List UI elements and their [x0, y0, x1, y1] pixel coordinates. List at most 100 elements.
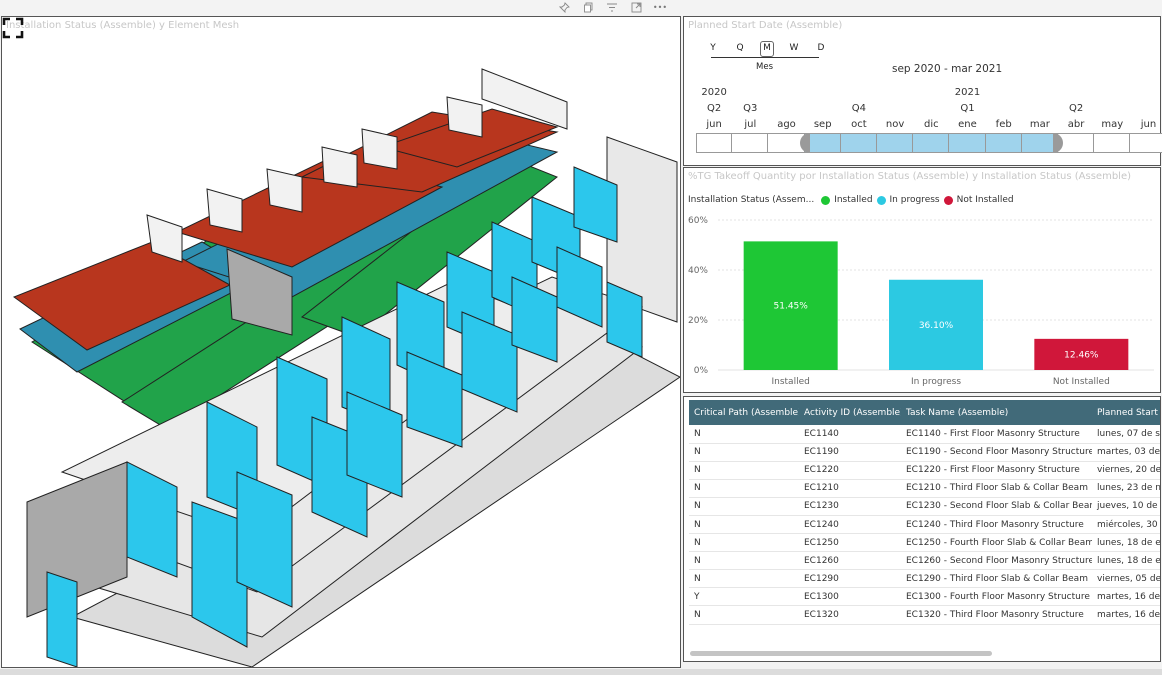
table-row[interactable]: N EC1220 EC1220 - First Floor Masonry Stru…: [689, 461, 1160, 480]
table-header-row: Critical Path (Assemble) Activity ID (As…: [689, 400, 1160, 425]
granularity-selector[interactable]: Y Q M W D Mes: [706, 41, 824, 72]
granularity-quarter[interactable]: Q: [733, 43, 747, 53]
more-options-icon[interactable]: •••: [652, 3, 668, 12]
filter-icon[interactable]: [604, 2, 620, 13]
critical-path-cell: Y: [689, 587, 799, 607]
critical-path-cell: N: [689, 461, 799, 480]
x-category-label: Not Installed: [1053, 377, 1110, 387]
x-category-label: Installed: [771, 377, 809, 387]
x-category-label: In progress: [911, 377, 961, 387]
table-row[interactable]: N EC1320 EC1320 - Third Floor Masonry Stru…: [689, 605, 1160, 625]
timeline-month-label: nov: [885, 119, 905, 130]
timeline-month-label: mar: [1029, 119, 1050, 130]
activity-id-cell: EC1140: [799, 425, 901, 444]
activity-id-cell: EC1290: [799, 569, 901, 589]
activity-id-cell: EC1240: [799, 515, 901, 535]
selected-range-label: sep 2020 - mar 2021: [892, 63, 1003, 75]
timeline-year-label: 2020: [701, 87, 727, 98]
task-name-cell: EC1290 - Third Floor Slab & Collar Beam: [901, 569, 1092, 589]
building-model-3d[interactable]: [2, 17, 680, 667]
timeline-period-cell[interactable]: [1094, 133, 1131, 153]
legend-installed-swatch: [821, 195, 831, 205]
timeline-period-cell[interactable]: [804, 133, 841, 153]
critical-path-cell: N: [689, 497, 799, 516]
granularity-selected-label: Mes: [756, 62, 773, 72]
legend-in-progress-swatch: [876, 195, 886, 205]
status-bar-chart-panel: %TG Takeoff Quantity por Installation St…: [683, 167, 1161, 393]
timeline-quarter-label: Q3: [743, 103, 758, 114]
task-name-cell: EC1260 - Second Floor Masonry Structure: [901, 551, 1092, 571]
timeline-period-cell[interactable]: [1057, 133, 1095, 153]
timeline-month-label: dic: [923, 119, 939, 130]
timeline-period-cell[interactable]: [876, 133, 914, 153]
legend-installed[interactable]: Installed: [834, 195, 872, 205]
y-tick-label: 20%: [688, 316, 708, 326]
legend-in-progress[interactable]: In progress: [890, 195, 940, 205]
column-header-planned-start[interactable]: Planned Start: [1092, 400, 1160, 425]
task-name-cell: EC1220 - First Floor Masonry Structure: [901, 461, 1092, 480]
model-viewer-panel[interactable]: Installation Status (Assemble) y Element…: [1, 16, 681, 668]
bar-value-label: 36.10%: [919, 321, 954, 331]
table-row[interactable]: N EC1260 EC1260 - Second Floor Masonry Str…: [689, 551, 1160, 571]
timeline-quarter-label: Q4: [851, 103, 866, 114]
granularity-day[interactable]: D: [814, 43, 828, 53]
timeline-month-label: jun: [706, 119, 722, 130]
critical-path-cell: N: [689, 533, 799, 553]
focus-mode-icon[interactable]: [628, 2, 644, 13]
task-name-cell: EC1240 - Third Floor Masonry Structure: [901, 515, 1092, 535]
legend-title: Installation Status (Assem...: [688, 195, 815, 205]
task-name-cell: EC1300 - Fourth Floor Masonry Structure: [901, 587, 1092, 607]
table-row[interactable]: N EC1140 EC1140 - First Floor Masonry Stru…: [689, 425, 1160, 444]
critical-path-cell: N: [689, 605, 799, 625]
table-row[interactable]: N EC1240 EC1240 - Third Floor Masonry Stru…: [689, 515, 1160, 535]
column-header-activity-id[interactable]: Activity ID (Assemble): [799, 400, 901, 425]
activities-table: Critical Path (Assemble) Activity ID (As…: [689, 400, 1160, 625]
column-header-task-name[interactable]: Task Name (Assemble): [901, 400, 1092, 425]
timeline-period-cell[interactable]: [696, 133, 733, 153]
timeline-month-label: ene: [958, 119, 977, 130]
copy-icon[interactable]: [580, 2, 596, 13]
timeline-period-cell[interactable]: [985, 133, 1022, 153]
pin-icon[interactable]: [556, 1, 572, 13]
activity-id-cell: EC1190: [799, 443, 901, 462]
bar-value-label: 12.46%: [1064, 350, 1099, 360]
timeline-month-label: oct: [851, 119, 867, 130]
planned-start-cell: viernes, 20 de: [1092, 461, 1160, 480]
activity-id-cell: EC1210: [799, 479, 901, 498]
timeline-year-label: 2021: [954, 87, 981, 98]
granularity-week[interactable]: W: [787, 43, 801, 53]
timeline-month-label: may: [1101, 119, 1124, 130]
timeline-period-cell[interactable]: [732, 133, 769, 153]
planned-start-cell: lunes, 23 de no: [1092, 479, 1160, 498]
timeline-month-label: jun: [1140, 119, 1157, 130]
table-row[interactable]: Y EC1300 EC1300 - Fourth Floor Masonry Str…: [689, 587, 1160, 607]
timeline-period-cell[interactable]: [1130, 133, 1162, 153]
task-name-cell: EC1140 - First Floor Masonry Structure: [901, 425, 1092, 444]
chart-title: %TG Takeoff Quantity por Installation St…: [688, 171, 1132, 182]
table-horizontal-scrollbar[interactable]: [690, 651, 992, 656]
timeline-period-cell[interactable]: [949, 133, 986, 153]
planned-start-cell: viernes, 05 de: [1092, 569, 1160, 589]
table-row[interactable]: N EC1210 EC1210 - Third Floor Slab & Colla…: [689, 479, 1160, 498]
task-name-cell: EC1210 - Third Floor Slab & Collar Beam: [901, 479, 1092, 498]
timeline-period-cell[interactable]: [840, 133, 877, 153]
activity-id-cell: EC1250: [799, 533, 901, 553]
granularity-year[interactable]: Y: [706, 43, 720, 53]
task-name-cell: EC1190 - Second Floor Masonry Structure: [901, 443, 1092, 462]
granularity-track: [711, 57, 819, 58]
timeline-period-strip[interactable]: [696, 133, 1162, 153]
timeline-month-label: abr: [1067, 119, 1085, 130]
table-row[interactable]: N EC1230 EC1230 - Second Floor Slab & Coll…: [689, 497, 1160, 516]
timeline-quarter-label: Q1: [960, 103, 975, 114]
granularity-month[interactable]: M: [760, 43, 774, 53]
column-header-critical-path[interactable]: Critical Path (Assemble): [689, 400, 799, 425]
table-row[interactable]: N EC1250 EC1250 - Fourth Floor Slab & Coll…: [689, 533, 1160, 553]
y-tick-label: 60%: [688, 216, 708, 226]
activity-id-cell: EC1320: [799, 605, 901, 625]
table-row[interactable]: N EC1190 EC1190 - Second Floor Masonry Str…: [689, 443, 1160, 462]
table-row[interactable]: N EC1290 EC1290 - Third Floor Slab & Colla…: [689, 569, 1160, 589]
legend-not-installed[interactable]: Not Installed: [957, 195, 1014, 205]
timeline-month-label: ago: [777, 119, 796, 130]
critical-path-cell: N: [689, 515, 799, 535]
timeline-period-cell[interactable]: [913, 133, 950, 153]
